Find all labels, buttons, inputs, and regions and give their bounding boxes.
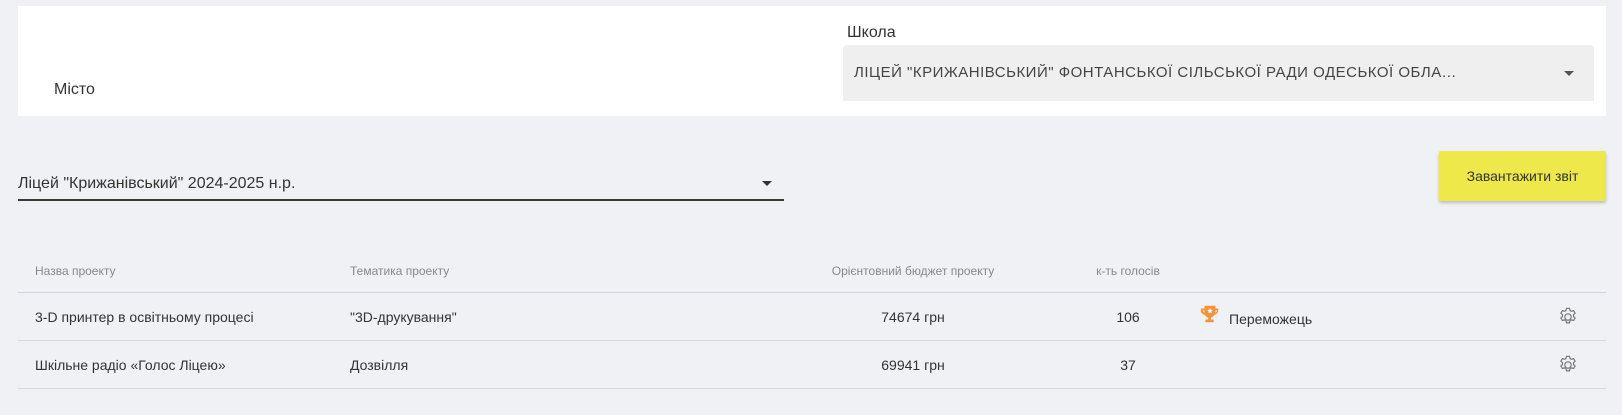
chevron-down-icon	[1564, 71, 1574, 76]
school-select[interactable]: ЛІЦЕЙ "КРИЖАНІВСЬКИЙ" ФОНТАНСЬКОЇ СІЛЬСЬ…	[843, 45, 1594, 101]
header-votes: к-ть голосів	[1096, 264, 1160, 278]
project-budget: 74674 грн	[881, 309, 945, 325]
project-budget: 69941 грн	[881, 357, 945, 373]
project-name: 3-D принтер в освітньому процесі	[35, 309, 254, 325]
table-row: Шкільне радіо «Голос Ліцею» Дозвілля 699…	[18, 341, 1606, 389]
gear-icon[interactable]	[1557, 306, 1579, 328]
header-project-theme: Тематика проекту	[350, 264, 450, 278]
header-project-name: Назва проекту	[35, 264, 116, 278]
project-theme: Дозвілля	[350, 357, 409, 373]
project-theme: "3D-друкування"	[350, 309, 457, 325]
winner-label: Переможець	[1229, 311, 1313, 327]
winner-badge: Переможець	[1199, 303, 1313, 327]
table-header: Назва проекту Тематика проекту Орієнтовн…	[18, 245, 1606, 293]
project-votes: 37	[1120, 357, 1136, 373]
projects-table: Назва проекту Тематика проекту Орієнтовн…	[18, 245, 1606, 389]
table-row: 3-D принтер в освітньому процесі "3D-дру…	[18, 293, 1606, 341]
school-label: Школа	[847, 24, 896, 41]
city-label: Місто	[54, 81, 95, 98]
project-name: Шкільне радіо «Голос Ліцею»	[35, 357, 226, 373]
filter-panel: Місто Школа ЛІЦЕЙ "КРИЖАНІВСЬКИЙ" ФОНТАН…	[18, 6, 1606, 116]
gear-icon[interactable]	[1557, 354, 1579, 376]
chevron-down-icon	[762, 181, 772, 186]
header-project-budget: Орієнтовний бюджет проекту	[831, 264, 995, 278]
session-select[interactable]: Ліцей "Крижанівський" 2024-2025 н.р.	[18, 163, 784, 201]
trophy-icon	[1200, 305, 1219, 323]
download-report-button[interactable]: Завантажити звіт	[1439, 151, 1606, 201]
school-select-value: ЛІЦЕЙ "КРИЖАНІВСЬКИЙ" ФОНТАНСЬКОЇ СІЛЬСЬ…	[854, 64, 1464, 81]
project-votes: 106	[1116, 309, 1140, 325]
session-select-value: Ліцей "Крижанівський" 2024-2025 н.р.	[18, 175, 296, 192]
